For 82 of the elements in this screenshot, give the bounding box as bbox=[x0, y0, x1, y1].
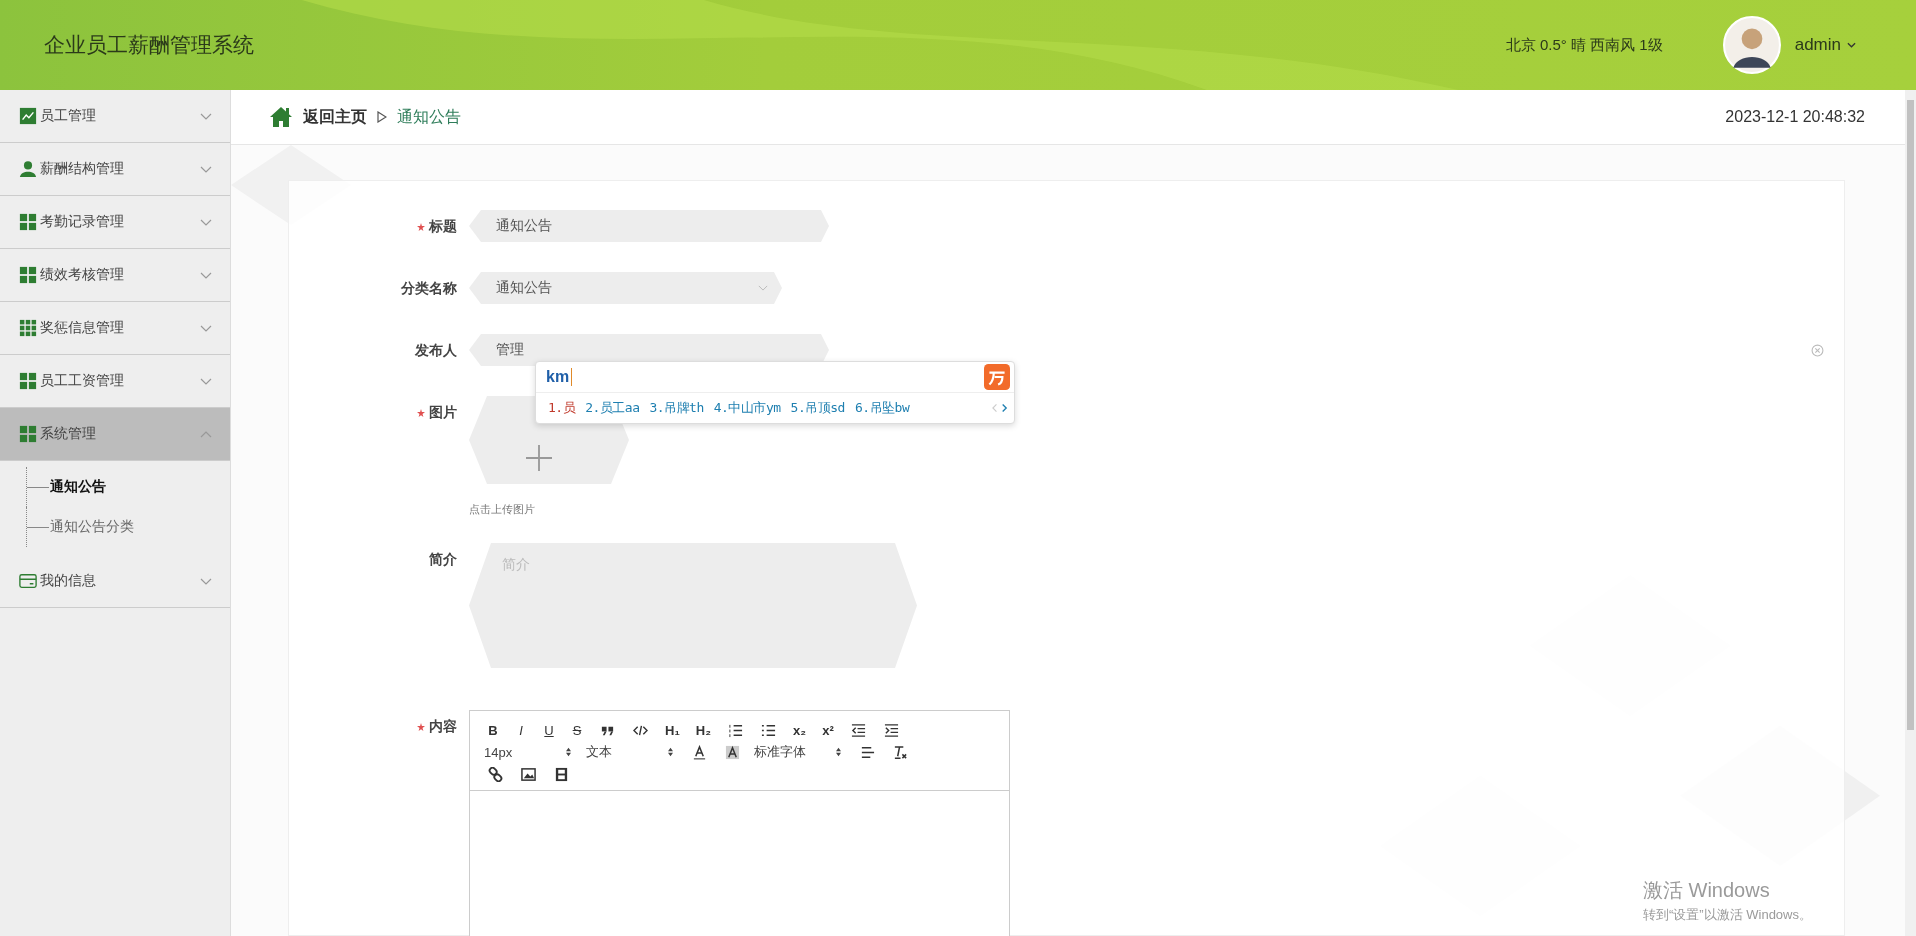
grid-icon bbox=[19, 372, 37, 390]
clean-icon[interactable] bbox=[893, 744, 908, 760]
video-icon[interactable] bbox=[554, 766, 569, 782]
chevron-icon bbox=[200, 377, 212, 385]
ime-logo-icon bbox=[984, 364, 1010, 390]
outdent-icon[interactable] bbox=[850, 722, 866, 738]
ime-candidate[interactable]: 5.吊顶sd bbox=[790, 399, 845, 417]
toolbar-button[interactable]: B bbox=[484, 722, 502, 738]
font-color-icon[interactable] bbox=[692, 744, 707, 760]
chevron-icon bbox=[200, 271, 212, 279]
updown-icon bbox=[835, 747, 842, 757]
chevron-icon bbox=[200, 112, 212, 120]
toolbar-button[interactable]: S bbox=[568, 722, 586, 738]
grid-icon bbox=[19, 319, 37, 337]
image-icon[interactable] bbox=[521, 766, 536, 782]
chevron-icon bbox=[200, 165, 212, 173]
input-field[interactable]: 通知公告 bbox=[469, 210, 829, 242]
chevron-icon bbox=[200, 218, 212, 226]
sidebar-item[interactable]: 奖惩信息管理 bbox=[0, 302, 230, 355]
field-label: 标题 bbox=[429, 218, 457, 236]
separator-icon bbox=[377, 111, 387, 123]
background-icon[interactable] bbox=[725, 744, 740, 760]
ime-candidate[interactable]: 4.中山市ym bbox=[713, 399, 781, 417]
updown-icon bbox=[667, 747, 674, 757]
card-icon bbox=[19, 572, 37, 590]
weather-text: 北京 0.5° 晴 西南风 1级 bbox=[1505, 35, 1663, 55]
breadcrumb-link[interactable]: 通知公告 bbox=[397, 106, 461, 128]
app-title: 企业员工薪酬管理系统 bbox=[44, 32, 254, 58]
caret-icon bbox=[1847, 42, 1856, 48]
toolbar-button[interactable]: H₁ bbox=[662, 722, 683, 738]
plus-icon bbox=[526, 445, 552, 471]
input-field[interactable]: 管理 bbox=[469, 334, 829, 366]
chevron-icon bbox=[758, 285, 768, 291]
field-label: 发布人 bbox=[415, 342, 457, 360]
field-label: 图片 bbox=[429, 404, 457, 422]
chevron-icon bbox=[200, 324, 212, 332]
bullet-list-icon[interactable] bbox=[760, 722, 776, 738]
ordered-list-icon[interactable] bbox=[727, 722, 743, 738]
chevron-icon bbox=[200, 577, 212, 585]
toolbar-dropdown[interactable]: 文本 bbox=[586, 743, 678, 761]
field-label: 简介 bbox=[429, 551, 457, 569]
pager-icon[interactable] bbox=[992, 403, 1008, 413]
select-field[interactable]: 通知公告 bbox=[469, 272, 782, 304]
chevron-icon bbox=[200, 430, 212, 438]
toolbar-button[interactable]: x₂ bbox=[789, 722, 809, 738]
toolbar-button[interactable]: H₂ bbox=[692, 722, 714, 738]
sidebar-item[interactable]: 员工管理 bbox=[0, 90, 230, 143]
toolbar-button[interactable]: U bbox=[540, 722, 558, 738]
indent-icon[interactable] bbox=[883, 722, 899, 738]
toolbar-dropdown[interactable]: 14px bbox=[484, 744, 576, 760]
field-label: 内容 bbox=[429, 718, 457, 736]
link-icon[interactable] bbox=[488, 766, 503, 782]
sidebar-item[interactable]: 考勤记录管理 bbox=[0, 196, 230, 249]
rich-text-editor[interactable]: B I U S H₁ H₂ x₂ x² 14px 文本 标准字体 bbox=[469, 710, 1010, 936]
align-icon[interactable] bbox=[860, 744, 875, 760]
sidebar-item[interactable]: 薪酬结构管理 bbox=[0, 143, 230, 196]
sidebar-item[interactable]: 系统管理 bbox=[0, 408, 230, 461]
user-menu[interactable]: admin bbox=[1794, 35, 1856, 55]
scrollbar[interactable] bbox=[1905, 90, 1916, 936]
activation-text: 转到“设置”以激活 Windows。 bbox=[1643, 906, 1812, 924]
toolbar-button[interactable]: I bbox=[512, 722, 530, 738]
home-icon[interactable] bbox=[269, 106, 293, 128]
toolbar-button[interactable]: x² bbox=[818, 722, 837, 738]
activation-title: 激活 Windows bbox=[1643, 878, 1771, 903]
ime-candidate[interactable]: 1.员 bbox=[548, 399, 576, 417]
sidebar-item[interactable]: 我的信息 bbox=[0, 555, 230, 608]
avatar-icon[interactable] bbox=[1722, 16, 1781, 74]
updown-icon bbox=[565, 747, 572, 757]
field-label: 分类名称 bbox=[401, 280, 457, 298]
sidebar-item[interactable]: 绩效考核管理 bbox=[0, 249, 230, 302]
upload-hint: 点击上传图片 bbox=[469, 502, 536, 517]
toolbar-dropdown[interactable]: 标准字体 bbox=[754, 743, 846, 761]
datetime-text: 2023-12-1 20:48:32 bbox=[1725, 108, 1865, 126]
grid-icon bbox=[19, 213, 37, 231]
grid-icon bbox=[19, 425, 37, 443]
home-link[interactable]: 返回主页 bbox=[303, 106, 367, 128]
ime-candidate[interactable]: 3.吊牌th bbox=[649, 399, 704, 417]
grid-icon bbox=[19, 266, 37, 284]
user-icon bbox=[19, 160, 37, 178]
ime-candidate[interactable]: 2.员工aa bbox=[585, 399, 640, 417]
ime-candidate[interactable]: 6.吊坠bw bbox=[854, 399, 910, 417]
chart-icon bbox=[19, 107, 37, 125]
